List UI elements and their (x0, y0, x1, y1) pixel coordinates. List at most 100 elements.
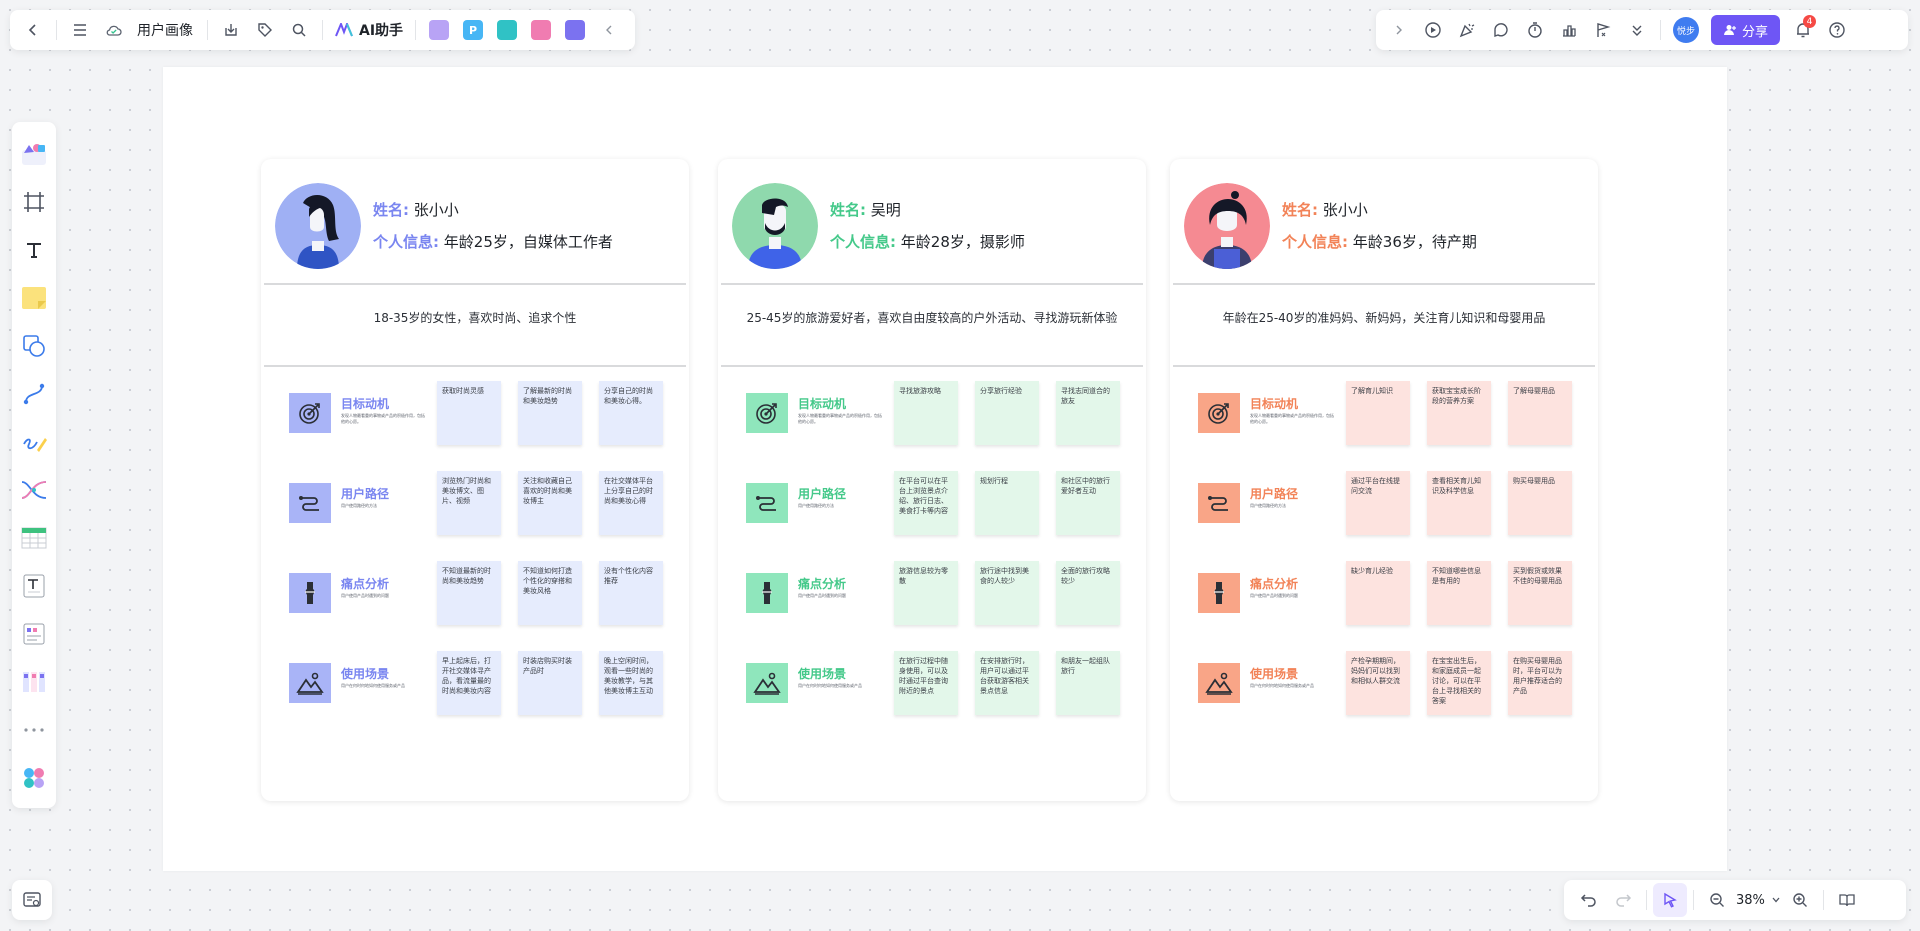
canvas-board[interactable]: 姓名: 张小小 个人信息: 年龄25岁，自媒体工作者 18-35岁的女性，喜欢时尚、… (163, 67, 1727, 871)
sticky-note[interactable]: 没有个性化内容推荐 (599, 561, 663, 625)
menu-button[interactable] (63, 13, 97, 47)
apps-tool[interactable] (12, 754, 56, 802)
sticky-note[interactable]: 早上起床后，打开社交媒体寻产品，看流量最的时尚和美妆内容 (437, 651, 501, 715)
table-tool[interactable] (12, 514, 56, 562)
zoom-out-icon (1710, 893, 1724, 907)
add-user-icon (1724, 25, 1736, 35)
select-tool-button[interactable] (1653, 883, 1687, 917)
image-plugin-icon[interactable] (429, 20, 450, 40)
user-avatar[interactable]: 悦步 (1673, 17, 1699, 43)
shape-icon (23, 335, 45, 357)
text-tool[interactable] (12, 226, 56, 274)
help-button[interactable] (1820, 13, 1854, 47)
sticky-note[interactable]: 买到假货或效果不佳的母婴用品 (1508, 561, 1572, 625)
mindmap-tool[interactable] (12, 466, 56, 514)
text-card-tool[interactable] (12, 562, 56, 610)
connector-icon (23, 383, 45, 405)
sticky-note[interactable]: 产检孕期期间，妈妈们可以找到和相似人群交流 (1346, 651, 1410, 715)
vote-button[interactable] (1552, 13, 1586, 47)
minimap-button[interactable] (15, 883, 49, 917)
sticky-note[interactable]: 了解育儿知识 (1346, 381, 1410, 445)
follow-flag-icon (1597, 23, 1611, 37)
mindmap-plugin-icon[interactable] (531, 20, 552, 40)
row-title: 痛点分析 (341, 577, 390, 591)
shape-tool[interactable] (12, 322, 56, 370)
more-tools-button[interactable] (12, 706, 56, 754)
persona-info: 年龄28岁，摄影师 (900, 233, 1025, 251)
sticky-note[interactable]: 不知道最新的时尚和美妆趋势 (437, 561, 501, 625)
connector-tool[interactable] (12, 370, 56, 418)
sticky-note[interactable]: 在购买母婴用品时，平台可以为用户推荐适合的产品 (1508, 651, 1572, 715)
sticky-note[interactable]: 寻找旅游攻略 (894, 381, 958, 445)
collapse-toolbar-button[interactable] (592, 13, 626, 47)
sticky-note[interactable]: 时装店购买时装产品时 (518, 651, 582, 715)
expand-button[interactable] (1382, 13, 1416, 47)
ai-assistant-button[interactable]: AI助手 (329, 20, 409, 40)
download-button[interactable] (214, 13, 248, 47)
sticky-note[interactable]: 分享旅行经验 (975, 381, 1039, 445)
search-button[interactable] (282, 13, 316, 47)
timer-button[interactable] (1518, 13, 1552, 47)
sticky-note[interactable]: 通过平台在线提问交流 (1346, 471, 1410, 535)
divider-line (1173, 365, 1595, 367)
sticky-note[interactable]: 和社区中的旅行爱好者互动 (1056, 471, 1120, 535)
sticky-note[interactable]: 全面的旅行攻略较少 (1056, 561, 1120, 625)
notification-button[interactable]: 4 (1786, 13, 1820, 47)
cursor-icon (1664, 892, 1677, 908)
sticky-note[interactable]: 旅行途中找到美食的人较少 (975, 561, 1039, 625)
sticky-note[interactable]: 获取宝宝成长阶段的营养方案 (1427, 381, 1491, 445)
sticky-note[interactable]: 浏览热门时尚和美妆博文、图片、视频 (437, 471, 501, 535)
file-title[interactable]: 用户画像 (137, 20, 193, 40)
book-icon (1839, 894, 1855, 907)
chat-plugin-icon[interactable] (565, 20, 586, 40)
sticky-note[interactable]: 查看相关育儿知识及科学信息 (1427, 471, 1491, 535)
sticky-note[interactable]: 规划行程 (975, 471, 1039, 535)
pen-tool[interactable] (12, 418, 56, 466)
sticky-note[interactable]: 获取时尚灵感 (437, 381, 501, 445)
tag-button[interactable] (248, 13, 282, 47)
share-button[interactable]: 分享 (1711, 15, 1781, 45)
redo-button[interactable] (1606, 883, 1640, 917)
sticky-note[interactable]: 在社交媒体平台上分享自己的时尚和美妆心得 (599, 471, 663, 535)
sticky-note-tool[interactable] (12, 274, 56, 322)
present-button[interactable] (1416, 13, 1450, 47)
frame-tool[interactable] (12, 178, 56, 226)
comment-button[interactable] (1484, 13, 1518, 47)
p-plugin-icon[interactable]: P (463, 20, 484, 40)
persona-row: 用户路径 用户使用路径的方法 在平台可以在平台上浏览景点介绍、旅行日志、美食打卡等内… (718, 471, 1146, 537)
persona-avatar-woman-icon (275, 183, 361, 269)
sticky-note[interactable]: 不知道如何打造个性化的穿搭和美妆风格 (518, 561, 582, 625)
sticky-note[interactable]: 关注和收藏自己喜欢的时尚和美妆博主 (518, 471, 582, 535)
sticky-note[interactable]: 分享自己的时尚和美妆心得。 (599, 381, 663, 445)
sticky-note[interactable]: 缺少育儿经验 (1346, 561, 1410, 625)
sticky-note[interactable]: 了解母婴用品 (1508, 381, 1572, 445)
sticky-note[interactable]: 在平台可以在平台上浏览景点介绍、旅行日志、美食打卡等内容 (894, 471, 958, 535)
sticky-note[interactable]: 和朋友一起组队旅行 (1056, 651, 1120, 715)
sticky-note[interactable]: 晚上空闲时间，观看一些时尚的美妆教学，与其他美妆博主互动 (599, 651, 663, 715)
zoom-in-button[interactable] (1783, 883, 1817, 917)
sticky-note[interactable]: 在旅行过程中随身使用，可以及时通过平台查询附近的景点 (894, 651, 958, 715)
celebrate-button[interactable] (1450, 13, 1484, 47)
persona-card[interactable]: 姓名: 张小小 个人信息: 年龄25岁，自媒体工作者 18-35岁的女性，喜欢时尚、… (261, 159, 689, 801)
back-button[interactable] (16, 13, 50, 47)
kanban-tool[interactable] (12, 658, 56, 706)
more-button[interactable] (1620, 13, 1654, 47)
sticky-note[interactable]: 了解最新的时尚和美妆趋势 (518, 381, 582, 445)
persona-card[interactable]: 姓名: 吴明 个人信息: 年龄28岁，摄影师 25-45岁的旅游爱好者，喜欢自由度较… (718, 159, 1146, 801)
sticky-note[interactable]: 购买母婴用品 (1508, 471, 1572, 535)
sticky-note[interactable]: 在宝宝出生后，和家庭成员一起讨论，可以在平台上寻找相关的答案 (1427, 651, 1491, 715)
zoom-out-button[interactable] (1700, 883, 1734, 917)
follow-button[interactable] (1586, 13, 1620, 47)
sticky-note[interactable]: 旅游信息较为零散 (894, 561, 958, 625)
sticky-note[interactable]: 不知道哪些信息是有用的 (1427, 561, 1491, 625)
outline-button[interactable] (1830, 883, 1864, 917)
template-tool[interactable] (12, 130, 56, 178)
undo-button[interactable] (1572, 883, 1606, 917)
persona-card[interactable]: 姓名: 张小小 个人信息: 年龄36岁，待产期 年龄在25-40岁的准妈妈、新妈妈，… (1170, 159, 1598, 801)
sticky-note[interactable]: 在安排旅行时，用户可以通过平台获取游客相关景点信息 (975, 651, 1039, 715)
list-card-tool[interactable] (12, 610, 56, 658)
zoom-level-dropdown[interactable]: 38% (1736, 893, 1781, 908)
sticky-note[interactable]: 寻找志同道合的旅友 (1056, 381, 1120, 445)
divider (1646, 890, 1647, 910)
flow-plugin-icon[interactable] (497, 20, 518, 40)
